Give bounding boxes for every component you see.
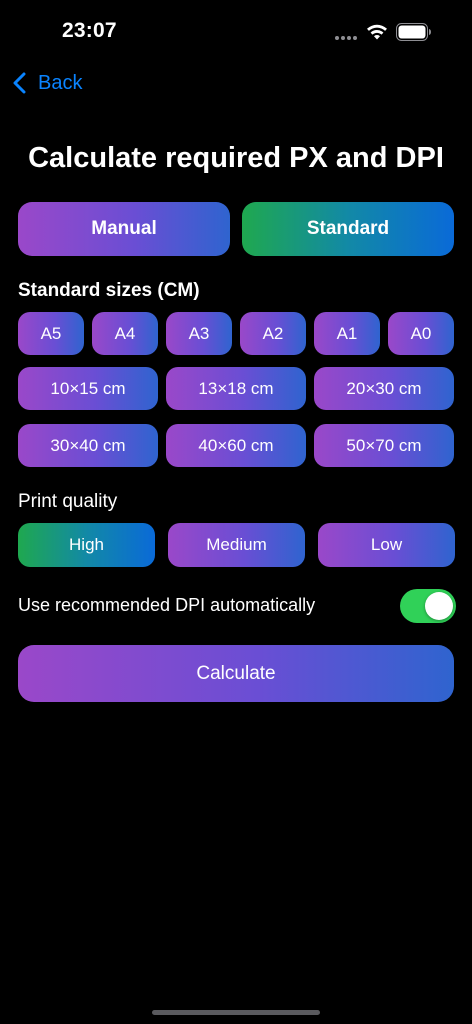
back-button[interactable]: Back bbox=[12, 68, 82, 98]
auto-dpi-label: Use recommended DPI automatically bbox=[18, 595, 316, 615]
size-13x18-button[interactable]: 13×18 cm bbox=[166, 367, 306, 410]
status-bar: 23:07 bbox=[0, 0, 472, 64]
auto-dpi-toggle[interactable] bbox=[400, 589, 456, 623]
size-a5-button[interactable]: A5 bbox=[18, 312, 84, 355]
quality-high-button[interactable]: High bbox=[18, 523, 155, 567]
size-a0-button[interactable]: A0 bbox=[388, 312, 454, 355]
standard-sizes-label: Standard sizes (CM) bbox=[18, 280, 200, 301]
page-title: Calculate required PX and DPI bbox=[28, 142, 444, 174]
print-quality-label: Print quality bbox=[18, 491, 118, 512]
size-30x40-button[interactable]: 30×40 cm bbox=[18, 424, 158, 467]
size-20x30-button[interactable]: 20×30 cm bbox=[314, 367, 454, 410]
size-40x60-button[interactable]: 40×60 cm bbox=[166, 424, 306, 467]
quality-low-button[interactable]: Low bbox=[318, 523, 455, 567]
size-a3-button[interactable]: A3 bbox=[166, 312, 232, 355]
size-a1-button[interactable]: A1 bbox=[314, 312, 380, 355]
mode-manual-button[interactable]: Manual bbox=[18, 202, 230, 256]
chevron-left-icon bbox=[13, 72, 26, 94]
size-a4-button[interactable]: A4 bbox=[92, 312, 158, 355]
size-10x15-button[interactable]: 10×15 cm bbox=[18, 367, 158, 410]
screen: 23:07 Back Calculate required PX and DPI… bbox=[0, 0, 472, 1024]
size-50x70-button[interactable]: 50×70 cm bbox=[314, 424, 454, 467]
wifi-icon bbox=[367, 24, 387, 40]
mode-standard-button[interactable]: Standard bbox=[242, 202, 454, 256]
home-indicator bbox=[152, 1010, 320, 1015]
back-label: Back bbox=[38, 71, 83, 94]
battery-icon bbox=[396, 23, 431, 41]
quality-medium-button[interactable]: Medium bbox=[168, 523, 305, 567]
size-a2-button[interactable]: A2 bbox=[240, 312, 306, 355]
cellular-signal-icon bbox=[335, 36, 359, 40]
toggle-knob bbox=[425, 592, 453, 620]
status-time: 23:07 bbox=[62, 19, 117, 42]
calculate-button[interactable]: Calculate bbox=[18, 645, 454, 702]
